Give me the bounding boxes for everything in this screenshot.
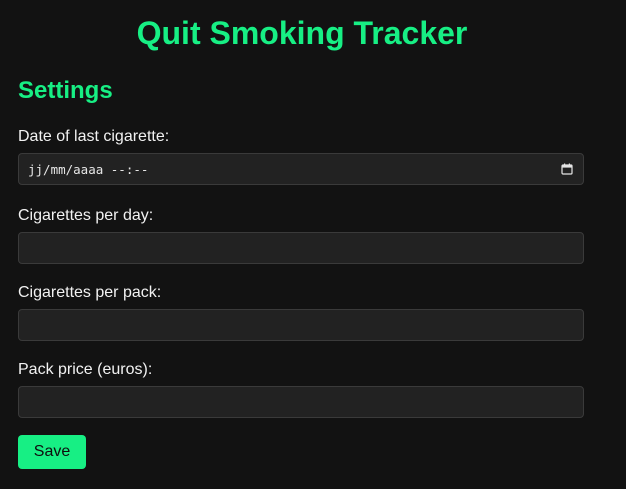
last-cigarette-date-input[interactable]: jj/mm/aaaa --:-- [18, 153, 584, 185]
date-placeholder: jj/mm/aaaa --:-- [28, 161, 149, 177]
cigarettes-per-day-label: Cigarettes per day: [18, 207, 154, 224]
settings-title: Settings [18, 77, 113, 104]
save-button[interactable]: Save [18, 435, 86, 469]
pack-price-input[interactable] [18, 386, 584, 418]
cigarettes-per-day-input[interactable] [18, 232, 584, 264]
calendar-icon[interactable] [561, 163, 573, 175]
cigarettes-per-pack-label: Cigarettes per pack: [18, 284, 162, 301]
app-title: Quit Smoking Tracker [136, 15, 468, 51]
pack-price-label: Pack price (euros): [18, 361, 153, 378]
cigarettes-per-pack-input[interactable] [18, 309, 584, 341]
last-cigarette-date-label: Date of last cigarette: [18, 128, 170, 145]
